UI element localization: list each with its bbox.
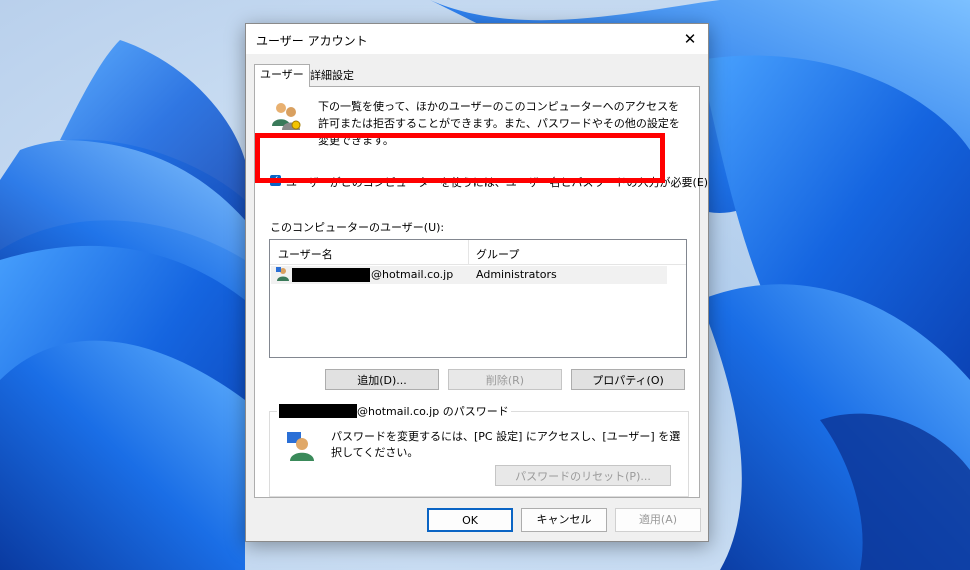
tab-advanced[interactable]: 詳細設定 (305, 66, 359, 86)
password-group-title: @hotmail.co.jp のパスワード (277, 403, 511, 419)
redacted-username (292, 268, 370, 282)
user-password-icon (287, 432, 314, 461)
users-list[interactable]: ユーザー名 グループ @hotmail.co.jp Administrators (269, 239, 687, 358)
dialog-title: ユーザー アカウント (256, 34, 368, 48)
cancel-button[interactable]: キャンセル (521, 508, 607, 532)
add-user-button[interactable]: 追加(D)... (325, 369, 439, 390)
title-bar[interactable]: ユーザー アカウント ✕ (246, 24, 708, 54)
close-button[interactable]: ✕ (672, 24, 708, 54)
user-icon (276, 267, 289, 281)
user-accounts-dialog: ユーザー アカウント ✕ ユーザー 詳細設定 下の一覧を使って、ほかのユーザーの… (245, 23, 709, 542)
column-divider[interactable] (468, 240, 469, 264)
password-group-text: パスワードを変更するには、[PC 設定] にアクセスし、[ユーザー] を選択して… (331, 430, 681, 459)
table-row[interactable]: @hotmail.co.jp Administrators (271, 266, 667, 284)
password-group-title-text: @hotmail.co.jp のパスワード (357, 405, 509, 418)
tab-users[interactable]: ユーザー (254, 64, 310, 87)
row-username: @hotmail.co.jp (371, 268, 454, 281)
apply-button[interactable]: 適用(A) (615, 508, 701, 532)
column-header-username[interactable]: ユーザー名 (278, 246, 333, 262)
reset-password-button[interactable]: パスワードのリセット(P)... (495, 465, 671, 486)
redacted-username (279, 404, 357, 418)
users-list-label: このコンピューターのユーザー(U): (270, 221, 445, 234)
ok-button[interactable]: OK (427, 508, 513, 532)
row-group: Administrators (476, 268, 557, 281)
properties-button[interactable]: プロパティ(O) (571, 369, 685, 390)
close-icon: ✕ (683, 30, 697, 48)
column-header-group[interactable]: グループ (476, 246, 519, 262)
remove-user-button[interactable]: 削除(R) (448, 369, 562, 390)
users-icon (272, 103, 301, 130)
users-list-header: ユーザー名 グループ (270, 240, 686, 265)
red-highlight-box (255, 133, 665, 183)
